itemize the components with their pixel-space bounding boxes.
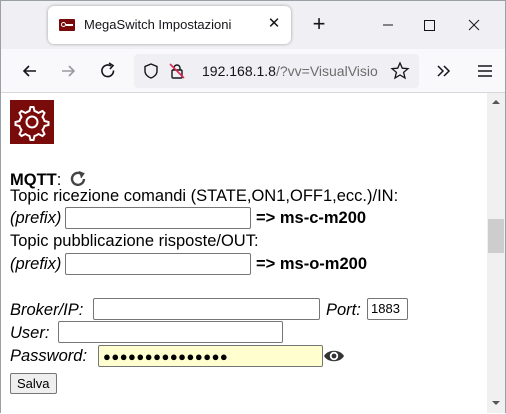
topic-in-prefix-input[interactable] [65,207,251,229]
minimize-button[interactable] [373,13,403,37]
forward-icon [62,65,76,77]
reload-icon [101,62,115,78]
port-label: Port: [326,301,361,319]
browser-window: MegaSwitch Impostazioni ✕ + 192.168.1.8/… [0,0,506,414]
scroll-up-icon [492,100,500,104]
navigation-bar: 192.168.1.8/?vv=VisualVisio [1,49,505,93]
password-masked-value: ●●●●●●●●●●●●●●● [103,349,229,364]
user-input[interactable] [58,321,283,343]
port-input[interactable]: 1883 [367,298,408,320]
url-bar[interactable]: 192.168.1.8/?vv=VisualVisio [134,54,419,88]
key-favicon-icon [59,19,75,31]
password-input[interactable]: ●●●●●●●●●●●●●●● [98,345,323,367]
prefix-label-in: (prefix) [10,209,62,227]
menu-button[interactable] [472,58,498,84]
maximize-button[interactable] [414,13,444,37]
broker-ip-input[interactable] [93,298,320,320]
forward-button[interactable] [55,58,81,84]
url-text[interactable]: 192.168.1.8/?vv=VisualVisio [202,63,394,79]
maximize-icon [424,20,435,31]
scroll-down-icon [492,401,500,405]
hamburger-menu-icon [478,65,492,77]
vertical-scrollbar[interactable] [487,93,505,413]
eye-icon[interactable] [323,348,345,364]
topic-in-label: Topic ricezione comandi (STATE,ON1,OFF1,… [10,187,399,205]
tab-megaswitch[interactable]: MegaSwitch Impostazioni ✕ [48,6,291,44]
shield-icon[interactable] [142,62,160,80]
overflow-button[interactable] [431,58,457,84]
window-close-button[interactable] [459,13,489,37]
gear-icon [10,100,54,144]
minimize-icon [383,24,393,26]
topic-out-value: => ms-o-m200 [256,255,367,273]
topic-out-label: Topic pubblicazione risposte/OUT: [10,232,259,250]
topic-out-prefix-input[interactable] [65,253,251,275]
password-label: Password: [10,347,88,365]
new-tab-button[interactable]: + [306,13,332,37]
page-content: MQTT: Topic ricezione comandi (STATE,ON1… [1,93,487,414]
user-label: User: [10,324,50,342]
back-button[interactable] [17,58,43,84]
back-icon [22,65,36,77]
reload-button[interactable] [95,58,121,84]
tab-close-icon[interactable]: ✕ [264,14,284,34]
prefix-label-out: (prefix) [10,255,62,273]
tab-strip: MegaSwitch Impostazioni ✕ + [1,1,505,49]
insecure-lock-icon[interactable] [168,62,186,80]
bookmark-star-icon[interactable] [390,61,410,81]
window-close-icon [468,19,480,31]
overflow-chevrons-icon [437,65,451,77]
refresh-icon[interactable] [68,169,88,189]
save-button[interactable]: Salva [10,373,57,394]
topic-in-value: => ms-c-m200 [256,209,367,227]
scrollbar-thumb[interactable] [488,219,504,253]
broker-label: Broker/IP: [10,301,84,319]
tab-title: MegaSwitch Impostazioni [84,17,232,32]
